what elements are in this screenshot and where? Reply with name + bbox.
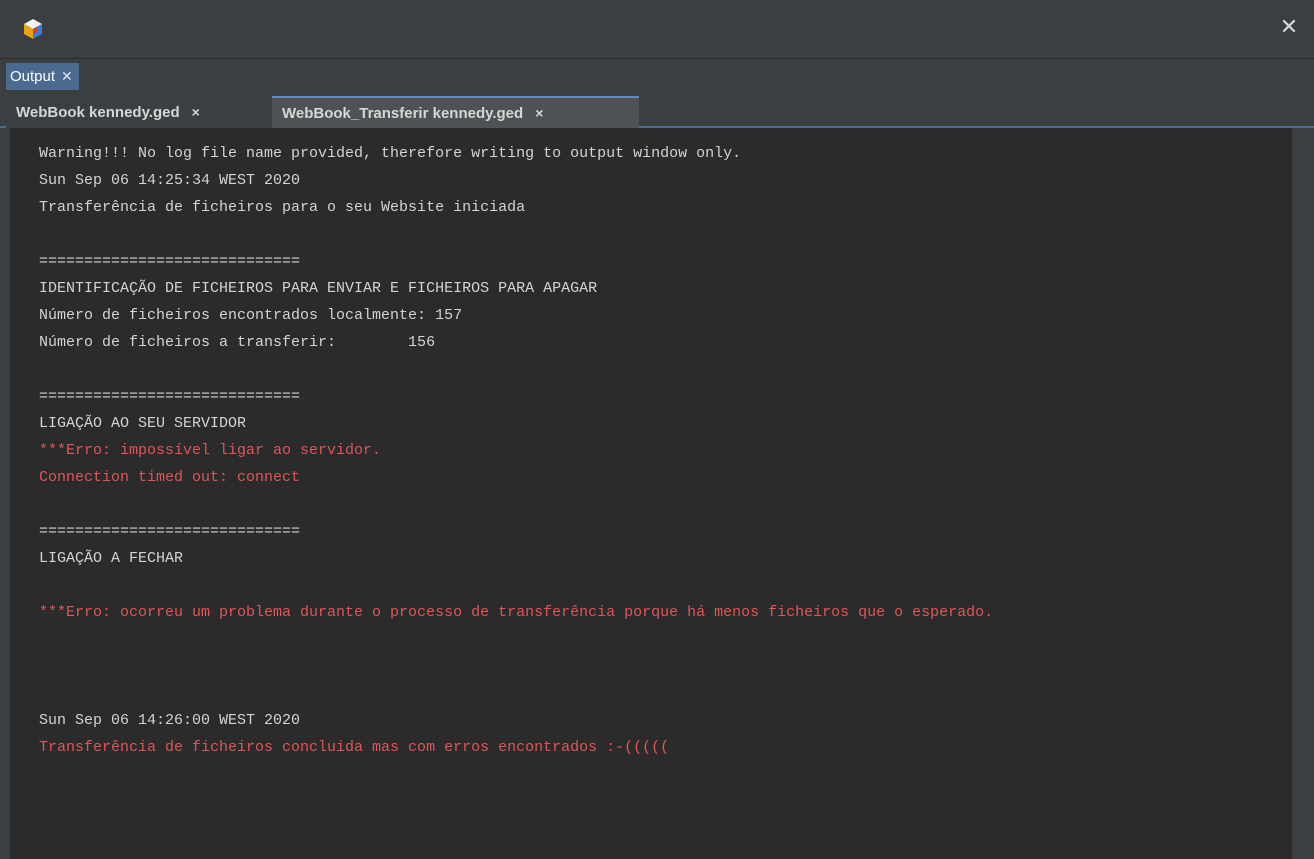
close-icon[interactable]: × [535,105,543,121]
log-error-line: Connection timed out: connect [39,469,301,486]
log-line: Número de ficheiros a transferir: 156 [39,334,436,351]
tab-label: WebBook_Transferir kennedy.ged [282,104,524,122]
tab-output-label: Output [10,68,56,85]
log-line: Warning!!! No log file name provided, th… [39,145,742,162]
application-window: ✕ Output ✕ WebBook kennedy.ged × WebBook… [0,0,1314,859]
log-line: LIGAÇÃO A FECHAR [39,550,184,567]
tab-output[interactable]: Output ✕ [6,63,79,90]
log-error-line: ***Erro: ocorreu um problema durante o p… [39,604,994,621]
close-icon[interactable]: ✕ [61,63,73,90]
output-file-tabs: WebBook kennedy.ged × WebBook_Transferir… [0,92,1314,128]
output-console[interactable]: Warning!!! No log file name provided, th… [10,128,1293,859]
close-icon[interactable]: × [192,104,200,120]
log-line: Transferência de ficheiros para o seu We… [39,199,526,216]
log-line: IDENTIFICAÇÃO DE FICHEIROS PARA ENVIAR E… [39,280,598,297]
output-panel-header: Output ✕ [0,58,1314,92]
log-error-line: ***Erro: impossível ligar ao servidor. [39,442,382,459]
log-separator: ============================= [39,388,301,405]
log-line: Sun Sep 06 14:26:00 WEST 2020 [39,712,301,729]
close-window-icon[interactable]: ✕ [1278,17,1300,39]
log-line: Número de ficheiros encontrados localmen… [39,307,463,324]
tab-label: WebBook kennedy.ged [16,103,180,121]
vertical-scrollbar[interactable] [1292,128,1308,859]
tab-webbook-transferir-kennedy[interactable]: WebBook_Transferir kennedy.ged × [272,96,639,128]
log-separator: ============================= [39,523,301,540]
title-bar: ✕ [0,0,1314,58]
log-error-line: Transferência de ficheiros concluida mas… [39,739,670,756]
log-line: Sun Sep 06 14:25:34 WEST 2020 [39,172,301,189]
app-cube-logo-icon [24,19,42,39]
log-separator: ============================= [39,253,301,270]
log-text: Warning!!! No log file name provided, th… [39,144,993,756]
tab-webbook-kennedy[interactable]: WebBook kennedy.ged × [6,96,272,128]
log-line: LIGAÇÃO AO SEU SERVIDOR [39,415,247,432]
